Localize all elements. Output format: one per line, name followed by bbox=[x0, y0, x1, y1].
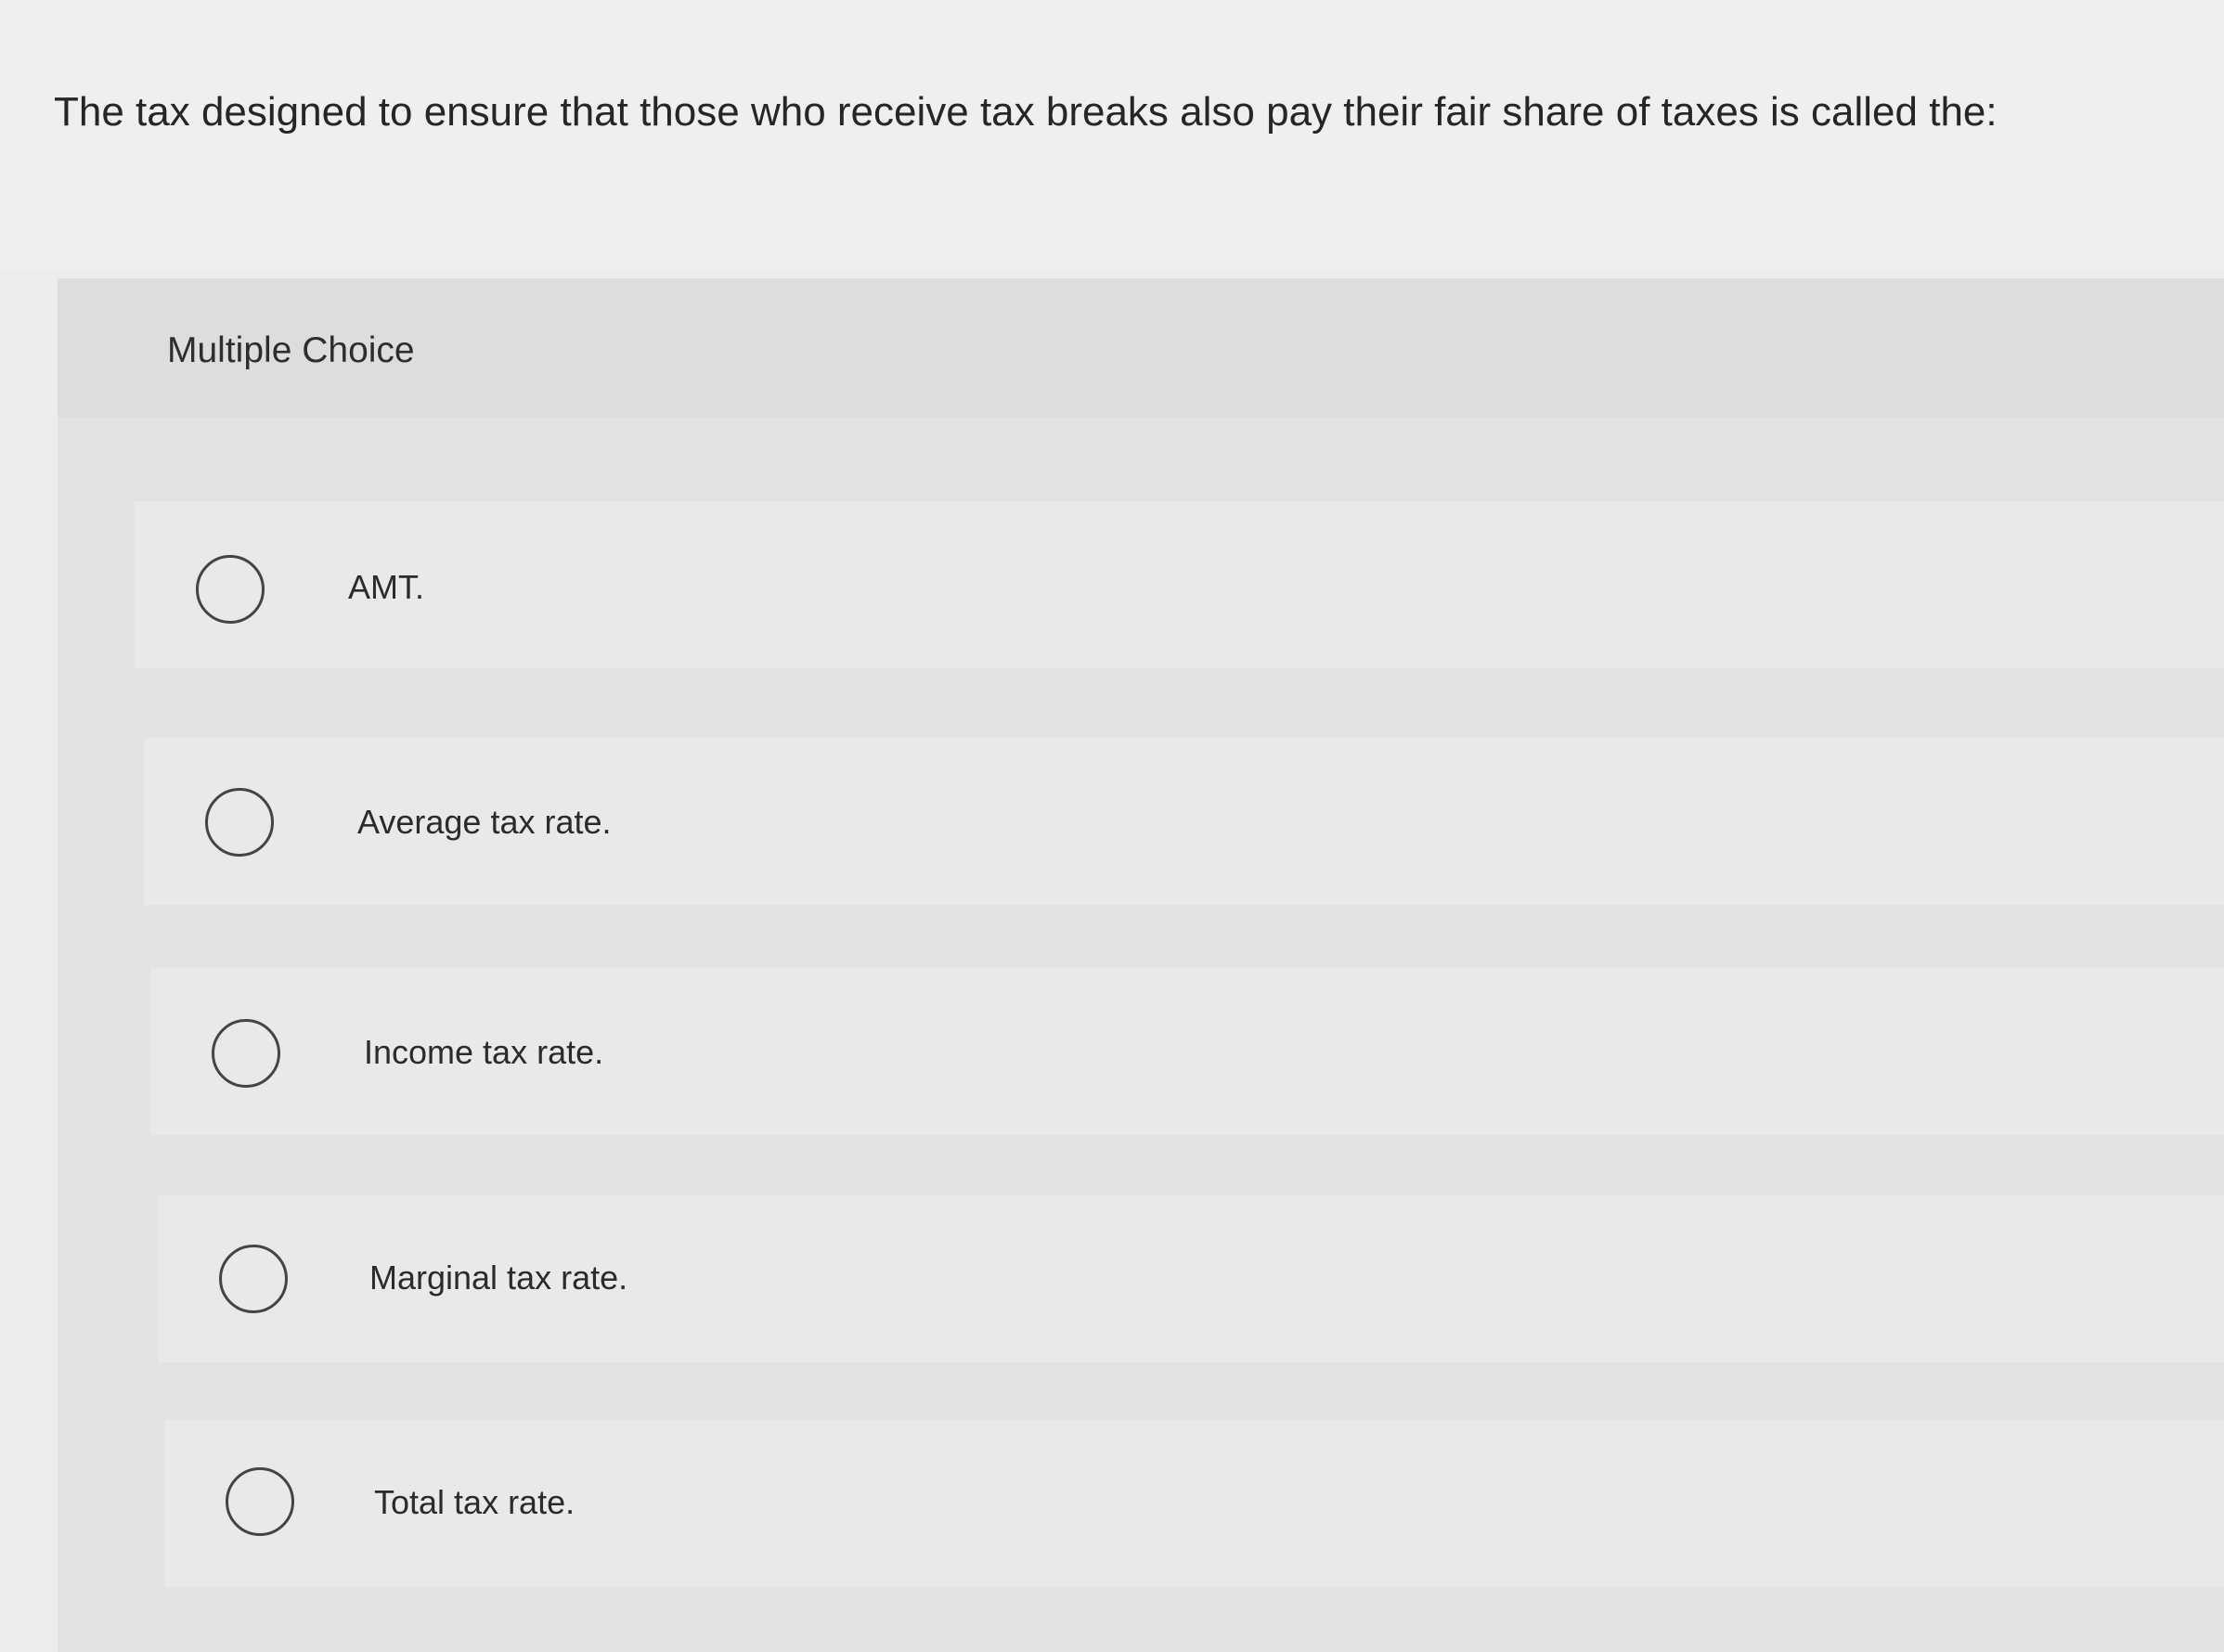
radio-button[interactable] bbox=[196, 555, 265, 624]
choice-option-marginal-tax-rate[interactable]: Marginal tax rate. bbox=[158, 1195, 2224, 1362]
question-text: The tax designed to ensure that those wh… bbox=[54, 89, 1998, 135]
multiple-choice-heading: Multiple Choice bbox=[167, 330, 415, 370]
radio-button[interactable] bbox=[212, 1019, 280, 1088]
choice-label: Total tax rate. bbox=[374, 1483, 575, 1521]
choice-option-total-tax-rate[interactable]: Total tax rate. bbox=[164, 1420, 2224, 1587]
choice-label: Marginal tax rate. bbox=[369, 1258, 628, 1297]
choice-label: Income tax rate. bbox=[364, 1033, 604, 1071]
choice-option-amt[interactable]: AMT. bbox=[135, 501, 2224, 668]
question-area: The tax designed to ensure that those wh… bbox=[0, 0, 2224, 269]
radio-button[interactable] bbox=[219, 1245, 288, 1313]
choice-label: Average tax rate. bbox=[357, 803, 612, 841]
radio-button[interactable] bbox=[205, 788, 274, 857]
choice-label: AMT. bbox=[348, 568, 425, 606]
radio-button[interactable] bbox=[226, 1467, 294, 1536]
choice-option-income-tax-rate[interactable]: Income tax rate. bbox=[150, 968, 2224, 1135]
choice-option-average-tax-rate[interactable]: Average tax rate. bbox=[144, 738, 2224, 905]
